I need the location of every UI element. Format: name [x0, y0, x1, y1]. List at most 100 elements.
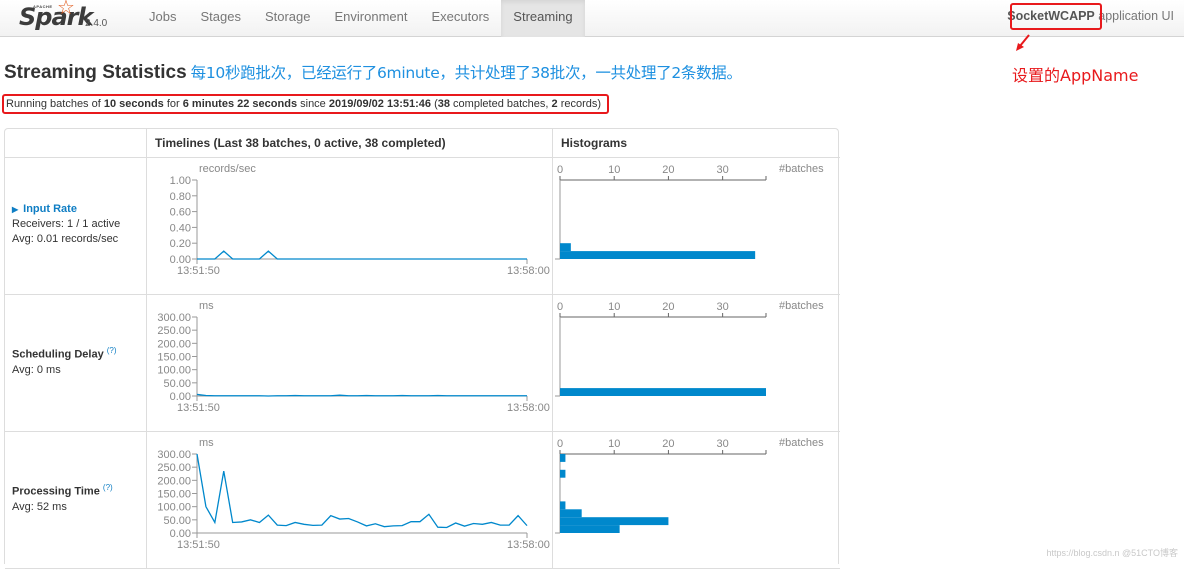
page-title-text: Streaming Statistics — [4, 62, 187, 83]
timeline-y-tick-label: 150.00 — [157, 352, 191, 364]
help-icon[interactable]: (?) — [103, 483, 113, 492]
tab-streaming[interactable]: Streaming — [501, 0, 584, 37]
table-header-empty — [5, 129, 146, 158]
histogram-x-tick-label: 30 — [717, 301, 729, 313]
timeline-y-tick-label: 1.00 — [170, 175, 191, 187]
app-name-highlight-box — [1010, 3, 1102, 30]
tab-environment[interactable]: Environment — [323, 0, 420, 37]
table-header-timelines: Timelines (Last 38 batches, 0 active, 38… — [146, 129, 552, 158]
input-rate-title: Input Rate — [23, 203, 77, 215]
histogram-bar — [560, 388, 766, 396]
scheduling-delay-title-wrap: Scheduling Delay (?) — [12, 346, 146, 361]
timeline-y-tick-label: 100.00 — [157, 502, 191, 514]
help-icon[interactable]: (?) — [107, 346, 117, 355]
input-rate-timeline-chart: records/sec0.000.200.400.600.801.0013:51… — [147, 158, 553, 294]
summary-text: records) — [558, 98, 601, 110]
nav-tabs: Jobs Stages Storage Environment Executor… — [137, 0, 585, 37]
histogram-x-tick-label: 30 — [717, 164, 729, 176]
timeline-y-tick-label: 300.00 — [157, 449, 191, 461]
timeline-y-label: records/sec — [199, 163, 256, 175]
scheduling-delay-timeline-chart: ms0.0050.00100.00150.00200.00250.00300.0… — [147, 295, 553, 431]
summary-text: ( — [431, 98, 438, 110]
brand-apache: APACHE — [33, 4, 53, 9]
top-navbar: Spark APACHE ☆ 2.4.0 Jobs Stages Storage… — [0, 0, 1184, 37]
page-title: Streaming Statistics每10秒跑批次，已经运行了6minute… — [4, 61, 742, 84]
timeline-y-label: ms — [199, 300, 214, 312]
input-rate-avg: Avg: 0.01 records/sec — [12, 233, 146, 245]
expand-triangle-icon: ▶ — [12, 205, 18, 214]
timeline-y-tick-label: 0.60 — [170, 207, 191, 219]
timeline-y-tick-label: 0.20 — [170, 238, 191, 250]
histogram-bar — [560, 509, 582, 517]
receivers-status: Receivers: 1 / 1 active — [12, 218, 146, 230]
histogram-x-label: #batches — [779, 300, 824, 312]
processing-time-title-wrap: Processing Time (?) — [12, 483, 146, 498]
processing-time-avg: Avg: 52 ms — [12, 501, 146, 513]
timeline-series-line — [197, 251, 527, 259]
watermark: https://blog.csdn.n @51CTO博客 — [1046, 546, 1178, 559]
summary-text: since — [297, 98, 329, 110]
tab-stages[interactable]: Stages — [188, 0, 252, 37]
timeline-y-tick-label: 150.00 — [157, 489, 191, 501]
input-rate-timeline-cell: records/sec0.000.200.400.600.801.0013:51… — [146, 158, 552, 294]
table-row-input-rate: ▶ Input Rate Receivers: 1 / 1 active Avg:… — [5, 158, 840, 295]
timeline-x-tick-label: 13:51:50 — [177, 402, 220, 414]
timeline-y-tick-label: 100.00 — [157, 365, 191, 377]
processing-time-histogram-chart: 0102030#batches — [553, 432, 841, 568]
histogram-bar — [560, 243, 571, 251]
batch-interval: 10 seconds — [104, 98, 164, 110]
processing-time-histogram-cell: 0102030#batches — [552, 432, 840, 568]
timeline-y-label: ms — [199, 437, 214, 449]
histogram-bar — [560, 470, 565, 478]
brand-name: Spark — [19, 3, 92, 31]
streaming-stats-table: Timelines (Last 38 batches, 0 active, 38… — [4, 128, 839, 564]
tab-executors[interactable]: Executors — [419, 0, 501, 37]
streaming-summary: Running batches of 10 seconds for 6 minu… — [2, 94, 609, 114]
tab-storage[interactable]: Storage — [253, 0, 323, 37]
histogram-bar — [560, 501, 565, 509]
input-rate-histogram-cell: 0102030#batches — [552, 158, 840, 294]
tab-jobs[interactable]: Jobs — [137, 0, 188, 37]
scheduling-delay-label-cell: Scheduling Delay (?) Avg: 0 ms — [5, 295, 146, 431]
summary-text: completed batches, — [450, 98, 552, 110]
scheduling-delay-histogram-chart: 0 10 20 30 #batches — [553, 295, 841, 431]
timeline-x-tick-label: 13:58:00 — [507, 402, 550, 414]
histogram-bar — [560, 454, 565, 462]
scheduling-delay-title: Scheduling Delay — [12, 349, 104, 361]
start-time: 2019/09/02 13:51:46 — [329, 98, 431, 110]
histogram-x-tick-label: 30 — [717, 438, 729, 450]
scheduling-delay-timeline-cell: ms0.0050.00100.00150.00200.00250.00300.0… — [146, 295, 552, 431]
processing-time-timeline-chart: ms0.0050.00100.00150.00200.00250.00300.0… — [147, 432, 553, 568]
app-suffix: application UI — [1095, 9, 1174, 23]
processing-time-timeline-cell: ms0.0050.00100.00150.00200.00250.00300.0… — [146, 432, 552, 568]
timeline-y-tick-label: 50.00 — [163, 378, 191, 390]
histogram-x-label: #batches — [779, 437, 824, 449]
run-duration: 6 minutes 22 seconds — [183, 98, 297, 110]
histogram-x-tick-label: 10 — [608, 301, 620, 313]
spark-star-icon: ☆ — [57, 0, 75, 20]
timeline-x-tick-label: 13:51:50 — [177, 265, 220, 277]
summary-text: for — [164, 98, 183, 110]
histogram-bar — [560, 517, 668, 525]
completed-batches: 38 — [438, 98, 450, 110]
input-rate-toggle[interactable]: ▶ Input Rate — [12, 203, 146, 215]
timeline-y-tick-label: 300.00 — [157, 312, 191, 324]
spark-logo[interactable]: Spark APACHE ☆ 2.4.0 — [18, 0, 128, 36]
processing-time-title: Processing Time — [12, 486, 100, 498]
table-row-processing-time: Processing Time (?) Avg: 52 ms ms0.0050.… — [5, 432, 840, 569]
timeline-series-line — [197, 394, 527, 396]
histogram-x-tick-label: 20 — [662, 301, 674, 313]
histogram-x-tick-label: 10 — [608, 438, 620, 450]
histogram-x-label: #batches — [779, 163, 824, 175]
timeline-y-tick-label: 250.00 — [157, 325, 191, 337]
annotation-arrow-icon — [1014, 33, 1034, 53]
histogram-x-tick-label: 0 — [557, 438, 563, 450]
timeline-y-tick-label: 0.80 — [170, 191, 191, 203]
histogram-x-tick-label: 20 — [662, 164, 674, 176]
timeline-y-tick-label: 200.00 — [157, 338, 191, 350]
table-row-scheduling-delay: Scheduling Delay (?) Avg: 0 ms ms0.0050.… — [5, 295, 840, 432]
timeline-series-line — [197, 454, 527, 527]
histogram-bar — [560, 525, 620, 533]
histogram-x-tick-label: 0 — [557, 301, 563, 313]
app-name-annotation: 设置的AppName — [1012, 62, 1138, 86]
